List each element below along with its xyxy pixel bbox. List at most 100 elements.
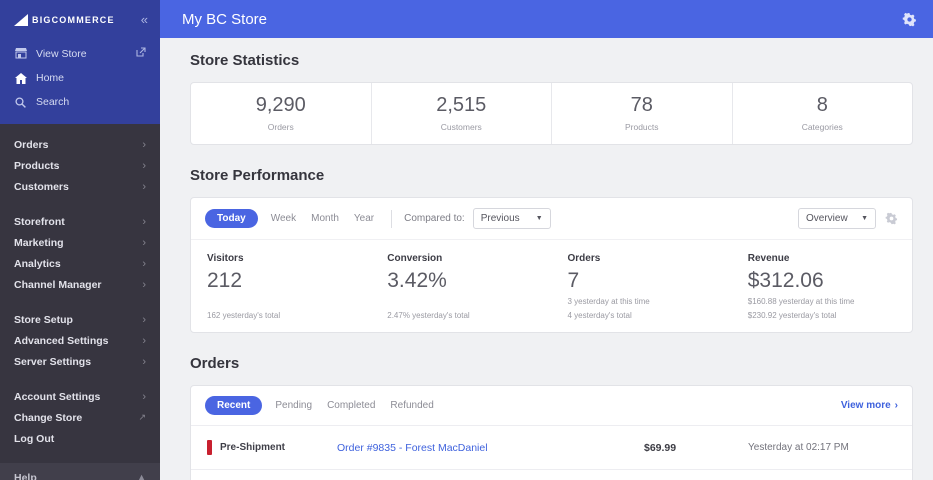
sidebar-item-customers[interactable]: Customers › — [0, 176, 160, 197]
chevron-right-icon: › — [142, 159, 146, 172]
stat-value: 8 — [816, 94, 828, 116]
chevron-right-icon: › — [142, 355, 146, 368]
view-more-label: View more — [840, 400, 891, 411]
caret-down-icon: ▼ — [861, 215, 868, 222]
performance-metrics: Visitors 212 162 yesterday's total Conve… — [191, 240, 912, 332]
compared-to-label: Compared to: — [404, 213, 465, 224]
sidebar-item-analytics[interactable]: Analytics › — [0, 253, 160, 274]
stat-customers[interactable]: 2,515 Customers — [372, 83, 552, 144]
stat-categories[interactable]: 8 Categories — [733, 83, 913, 144]
caret-down-icon: ▼ — [535, 215, 543, 222]
compared-to-select[interactable]: Previous ▼ — [472, 208, 551, 229]
sidebar-item-label: Marketing — [14, 236, 64, 249]
metric-value: 7 — [567, 269, 580, 292]
external-link-icon — [136, 47, 146, 60]
bigcommerce-sail-icon — [14, 13, 28, 26]
sidebar-item-label: Storefront — [14, 215, 65, 228]
help-title: Help — [14, 472, 37, 480]
sidebar-item-label: Change Store — [14, 411, 83, 424]
chevron-right-icon: › — [142, 180, 146, 193]
order-status-cell: Pre-Shipment — [207, 440, 337, 455]
order-time: Yesterday at 02:17 PM — [748, 442, 849, 453]
tab-refunded[interactable]: Refunded — [390, 400, 433, 411]
tab-today[interactable]: Today — [205, 209, 258, 228]
metric-label: Revenue — [747, 253, 790, 264]
sidebar-group-storefront: Storefront › Marketing › Analytics › Channe… — [0, 211, 160, 295]
sidebar-item-log-out[interactable]: Log Out — [0, 428, 160, 449]
sidebar-item-label: Channel Manager — [14, 278, 102, 291]
chevron-right-icon: › — [894, 400, 898, 411]
sidebar-item-store-setup[interactable]: Store Setup › — [0, 309, 160, 330]
metric-revenue: Revenue $312.06 $160.88 yesterday at thi… — [732, 240, 912, 332]
metric-sub2: 162 yesterday's total — [207, 311, 281, 320]
store-performance-card: Today Week Month Year Compared to: Previ… — [190, 197, 913, 333]
logo-text: BIGCOMMERCE — [32, 14, 115, 25]
sidebar-collapse-icon[interactable]: « — [141, 12, 148, 27]
sidebar-item-label: Home — [36, 72, 65, 84]
metric-label: Visitors — [207, 253, 244, 264]
sidebar-item-storefront[interactable]: Storefront › — [0, 211, 160, 232]
tab-year[interactable]: Year — [354, 213, 374, 224]
main-area: My BC Store Store Statistics 9,290 Order… — [160, 0, 933, 480]
sidebar-item-orders[interactable]: Orders › — [0, 134, 160, 155]
help-text-block: Help Support Pin: 888888 — [14, 472, 96, 480]
chevron-right-icon: › — [142, 138, 146, 151]
home-icon — [14, 72, 27, 84]
stat-products[interactable]: 78 Products — [552, 83, 733, 144]
tab-month[interactable]: Month — [311, 213, 339, 224]
sidebar-item-label: Store Setup — [14, 313, 73, 326]
chevron-right-icon: › — [142, 257, 146, 270]
sidebar-item-home[interactable]: Home — [0, 66, 160, 90]
sidebar-item-account-settings[interactable]: Account Settings › — [0, 386, 160, 407]
store-statistics-title: Store Statistics — [190, 52, 300, 69]
sidebar-item-label: Products — [14, 159, 60, 172]
metric-value: $312.06 — [747, 269, 824, 292]
sidebar-item-channel-manager[interactable]: Channel Manager › — [0, 274, 160, 295]
sidebar-item-label: Log Out — [14, 432, 55, 445]
metric-conversion: Conversion 3.42% 2.47% yesterday's total — [371, 240, 551, 332]
sidebar-item-view-store[interactable]: View Store — [0, 41, 160, 66]
chevron-right-icon: › — [142, 334, 146, 347]
sidebar-item-label: Orders — [14, 138, 49, 151]
order-link[interactable]: Order #9835 - Forest MacDaniel — [337, 442, 644, 454]
sidebar-item-advanced-settings[interactable]: Advanced Settings › — [0, 330, 160, 351]
compared-to-value: Previous — [480, 213, 520, 224]
tab-completed[interactable]: Completed — [327, 400, 375, 411]
metric-label: Conversion — [387, 253, 443, 264]
chevron-right-icon: › — [142, 215, 146, 228]
metric-sub2: 4 yesterday's total — [567, 311, 632, 320]
metric-value: 3.42% — [387, 269, 447, 292]
sidebar-help-section[interactable]: Help Support Pin: 888888 ▲ — [0, 463, 160, 480]
tab-pending[interactable]: Pending — [275, 400, 312, 411]
settings-gear-icon[interactable] — [902, 12, 917, 27]
sidebar-item-label: Customers — [14, 180, 69, 193]
tab-recent[interactable]: Recent — [205, 396, 263, 415]
caret-up-icon[interactable]: ▲ — [137, 472, 146, 480]
store-performance-title: Store Performance — [190, 167, 325, 184]
chevron-right-icon: › — [142, 313, 146, 326]
sidebar-group-account: Account Settings › Change Store ↗ Log Out — [0, 386, 160, 449]
sidebar-top-section: BIGCOMMERCE « View Store Home Search — [0, 0, 160, 124]
order-row[interactable]: Pre-Shipment Order #9835 - Forest MacDan… — [191, 426, 912, 470]
sidebar-item-search[interactable]: Search — [0, 90, 160, 114]
content-area: Store Statistics 9,290 Orders 2,515 Cust… — [160, 38, 933, 480]
performance-toolbar: Today Week Month Year Compared to: Previ… — [191, 198, 912, 240]
sidebar-item-label: View Store — [36, 47, 87, 60]
order-row[interactable]: Pre-Shipment Order #9834 - Tacitus Cornb… — [191, 470, 912, 480]
metric-orders: Orders 7 3 yesterday at this time 4 yeste… — [552, 240, 732, 332]
sidebar-logo-row: BIGCOMMERCE « — [0, 0, 160, 41]
sidebar-item-products[interactable]: Products › — [0, 155, 160, 176]
sidebar-item-server-settings[interactable]: Server Settings › — [0, 351, 160, 372]
stat-orders[interactable]: 9,290 Orders — [191, 83, 372, 144]
performance-settings-gear-icon[interactable] — [885, 212, 898, 225]
sidebar-item-marketing[interactable]: Marketing › — [0, 232, 160, 253]
stat-value: 2,515 — [436, 94, 487, 116]
chevron-right-icon: › — [142, 278, 146, 291]
overview-select[interactable]: Overview ▼ — [798, 208, 876, 229]
tab-week[interactable]: Week — [271, 213, 296, 224]
view-more-link[interactable]: View more › — [841, 400, 898, 411]
sidebar-item-change-store[interactable]: Change Store ↗ — [0, 407, 160, 428]
stat-label: Orders — [267, 122, 294, 132]
search-icon — [14, 96, 27, 108]
sidebar-item-label: Search — [36, 96, 70, 108]
